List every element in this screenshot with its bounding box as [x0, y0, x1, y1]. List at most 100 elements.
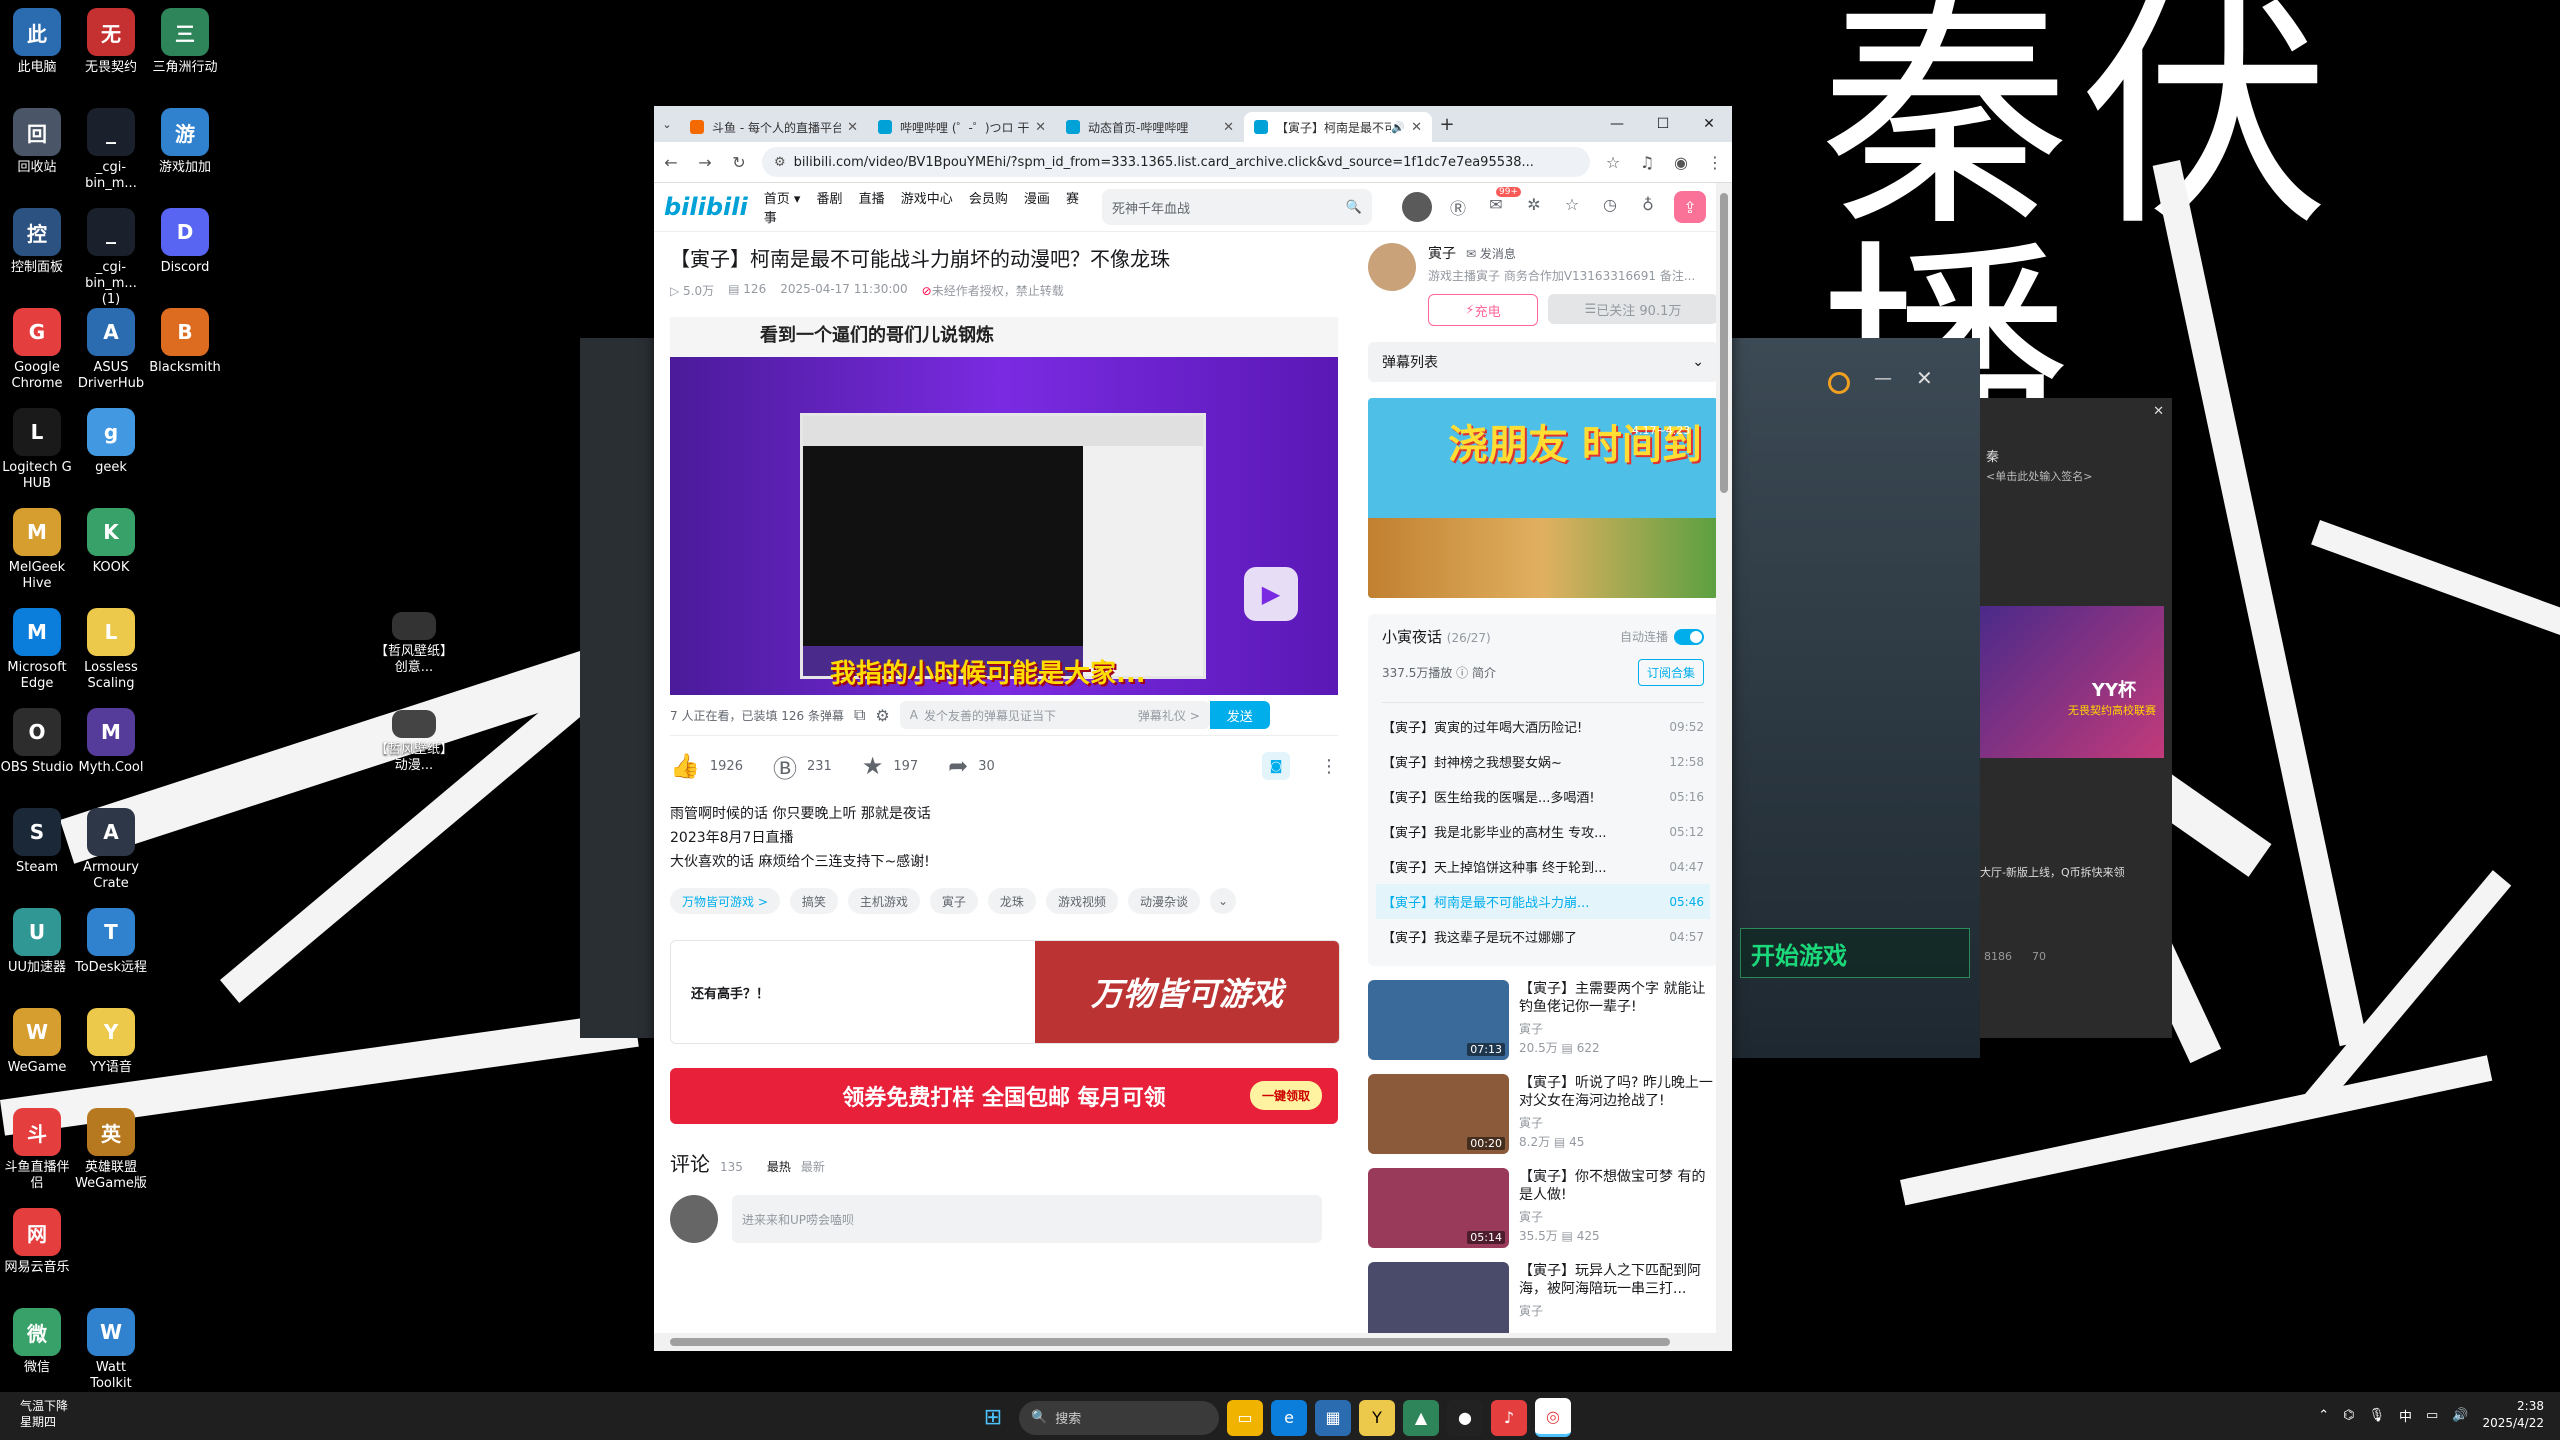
- danmaku-settings-icon[interactable]: ⚙: [875, 706, 889, 725]
- video-thumbnail[interactable]: [1368, 1262, 1509, 1333]
- desktop-icon[interactable]: A ASUS DriverHub: [74, 308, 148, 392]
- desktop-icon[interactable]: 微微信: [0, 1308, 74, 1376]
- autoplay-toggle[interactable]: 自动连播: [1620, 628, 1704, 646]
- tag[interactable]: 万物皆可游戏 >: [670, 888, 780, 914]
- close-tab-icon[interactable]: ✕: [1035, 120, 1046, 135]
- expand-tags-icon[interactable]: ⌄: [1209, 888, 1236, 914]
- media-control-icon[interactable]: ♫: [1630, 153, 1664, 172]
- netease-music-icon[interactable]: ♪: [1491, 1399, 1527, 1436]
- dynamic-icon[interactable]: ✲: [1522, 195, 1546, 219]
- yy-banner[interactable]: YY杯 无畏契约高校联赛: [1980, 606, 2164, 758]
- favorite-button[interactable]: ★ 197: [862, 752, 918, 780]
- desktop-icon[interactable]: _ _cgi-bin_m... (1): [74, 208, 148, 308]
- desktop-icon[interactable]: U UU加速器: [0, 908, 74, 976]
- nav-mall[interactable]: 会员购: [969, 192, 1008, 207]
- yy-window[interactable]: ✕ 秦 <单击此处输入签名> YY杯 无畏契约高校联赛 大厅-新版上线，Q币拆快…: [1980, 398, 2172, 1038]
- recommended-up[interactable]: 寅子: [1519, 1302, 1716, 1319]
- desktop-icon[interactable]: A Armoury Crate: [74, 808, 148, 892]
- up-avatar[interactable]: [1368, 243, 1416, 291]
- charge-button[interactable]: ⚡ 充电: [1428, 294, 1538, 326]
- tag[interactable]: 搞笑: [789, 888, 838, 914]
- tag[interactable]: 动漫杂谈: [1127, 888, 1200, 914]
- creation-icon[interactable]: ♁: [1636, 195, 1660, 219]
- volume-icon[interactable]: 🔊: [2452, 1408, 2468, 1423]
- desktop-icon[interactable]: Y YY语音: [74, 1008, 148, 1076]
- yy-icon[interactable]: Y: [1359, 1399, 1395, 1436]
- tag[interactable]: 主机游戏: [847, 888, 920, 914]
- network-icon[interactable]: ⌬: [2343, 1408, 2354, 1423]
- battery-icon[interactable]: ▭: [2426, 1408, 2438, 1423]
- nav-game-center[interactable]: 游戏中心: [901, 192, 953, 207]
- nav-home[interactable]: 首页 ▾: [764, 192, 801, 207]
- minimize-icon[interactable]: —: [1874, 368, 1892, 389]
- nav-manga[interactable]: 漫画: [1024, 192, 1050, 207]
- recommended-title[interactable]: 【寅子】玩异人之下匹配到阿海，被阿海陪玩一串三打...: [1519, 1262, 1716, 1298]
- weather-widget[interactable]: 气温下降 星期四: [20, 1398, 68, 1430]
- desktop-icon[interactable]: 回回收站: [0, 108, 74, 176]
- share-button[interactable]: ➦ 30: [948, 752, 995, 780]
- history-icon[interactable]: ◷: [1598, 195, 1622, 219]
- collection-intro[interactable]: 简介: [1472, 666, 1496, 680]
- desktop-icon[interactable]: S Steam: [0, 808, 74, 876]
- close-tab-icon[interactable]: ✕: [1411, 120, 1422, 135]
- recommended-up[interactable]: 寅子: [1519, 1208, 1716, 1225]
- danmaku-list-toggle[interactable]: 弹幕列表 ⌄: [1368, 342, 1716, 382]
- search-icon[interactable]: 🔍: [1346, 200, 1362, 215]
- recommended-title[interactable]: 【寅子】主需要两个字 就能让钓鱼佬记你一辈子!: [1519, 980, 1716, 1016]
- store-icon[interactable]: ▦: [1315, 1399, 1351, 1436]
- more-icon[interactable]: ⋮: [1320, 756, 1338, 777]
- search-input[interactable]: 死神千年血战: [1112, 198, 1346, 217]
- bilibili-logo[interactable]: bilibili: [664, 193, 748, 221]
- coin-button[interactable]: Ⓑ 231: [773, 749, 832, 784]
- forward-icon[interactable]: →: [688, 153, 722, 172]
- desktop-icon[interactable]: 网网易云音乐: [0, 1208, 74, 1276]
- desktop-icon[interactable]: W Watt Toolkit: [74, 1308, 148, 1392]
- start-game-button[interactable]: 开始游戏: [1740, 928, 1970, 978]
- collection-name[interactable]: 小寅夜话: [1382, 628, 1442, 646]
- recommended-video[interactable]: 00:20 【寅子】听说了吗? 昨儿晚上一对父女在海河边抢战了! 寅子 8.2万 ▤ …: [1368, 1074, 1716, 1154]
- episode-item[interactable]: 【寅子】我是北影毕业的高材生 专攻... 05:12: [1382, 814, 1704, 849]
- edge-icon[interactable]: e: [1271, 1399, 1307, 1436]
- text-style-icon[interactable]: A: [910, 708, 918, 722]
- desktop-icon[interactable]: T ToDesk远程: [74, 908, 148, 976]
- desktop-icon[interactable]: O OBS Studio: [0, 708, 74, 776]
- video-thumbnail[interactable]: 07:13: [1368, 980, 1509, 1060]
- desktop-icon[interactable]: _ _cgi-bin_m...: [74, 108, 148, 192]
- claim-button[interactable]: 一键领取: [1249, 1081, 1322, 1110]
- desktop-icon[interactable]: 斗斗鱼直播伴侣: [0, 1108, 74, 1192]
- play-icon[interactable]: ▶: [1244, 567, 1298, 621]
- mic-icon[interactable]: 🎙: [2368, 1408, 2385, 1423]
- video-thumbnail[interactable]: 00:20: [1368, 1074, 1509, 1154]
- vertical-scrollbar[interactable]: [1716, 183, 1732, 1333]
- yy-news[interactable]: 大厅-新版上线，Q币拆快来领: [1980, 864, 2170, 880]
- tray-chevron-icon[interactable]: ⌃: [2318, 1408, 2329, 1423]
- sort-hot[interactable]: 最热: [767, 1158, 791, 1175]
- danmaku-etiquette-link[interactable]: 弹幕礼仪 >: [1138, 707, 1200, 724]
- favorites-icon[interactable]: ☆: [1560, 195, 1584, 219]
- episode-item[interactable]: 【寅子】封神榜之我想娶女娲~ 12:58: [1382, 744, 1704, 779]
- send-message-link[interactable]: ✉ 发消息: [1466, 247, 1516, 261]
- close-tab-icon[interactable]: ✕: [1223, 120, 1234, 135]
- start-icon[interactable]: ⊞: [975, 1400, 1011, 1436]
- minimize-icon[interactable]: —: [1594, 106, 1640, 142]
- sort-new[interactable]: 最新: [801, 1158, 825, 1175]
- desktop-icon[interactable]: M MelGeek Hive: [0, 508, 74, 592]
- recommended-up[interactable]: 寅子: [1519, 1114, 1716, 1131]
- clock[interactable]: 2:38 2025/4/22: [2482, 1398, 2544, 1432]
- scroll-thumb[interactable]: [1720, 193, 1728, 493]
- horizontal-scrollbar[interactable]: [654, 1333, 1732, 1351]
- comment-input[interactable]: 进来来和UP唠会嗑呗: [732, 1195, 1322, 1243]
- danmaku-input[interactable]: A 发个友善的弹幕见证当下 弹幕礼仪 >: [899, 701, 1210, 729]
- danmaku-toggle-icon[interactable]: ⧉: [854, 705, 865, 725]
- recommended-video[interactable]: 【寅子】玩异人之下匹配到阿海，被阿海陪玩一串三打... 寅子: [1368, 1262, 1716, 1333]
- tag[interactable]: 龙珠: [987, 888, 1036, 914]
- file-explorer-icon[interactable]: ▭: [1227, 1399, 1263, 1436]
- desktop-icon[interactable]: L Lossless Scaling: [74, 608, 148, 692]
- desktop-file-1[interactable]: 【哲风壁纸】创意...: [374, 612, 454, 676]
- send-danmaku-button[interactable]: 发送: [1209, 701, 1270, 729]
- tab-bilibili-dynamic[interactable]: 动态首页-哔哩哔哩 ✕: [1056, 112, 1244, 142]
- chrome-window[interactable]: ⌄ 斗鱼 - 每个人的直播平台 ✕ 哔哩哔哩 (゜-゜)つロ 干杯 ✕ 动态首页-哔…: [654, 106, 1732, 1351]
- recommended-title[interactable]: 【寅子】你不想做宝可梦 有的是人做!: [1519, 1168, 1716, 1204]
- desktop-icon[interactable]: K KOOK: [74, 508, 148, 576]
- desktop-icon[interactable]: B Blacksmith: [148, 308, 222, 376]
